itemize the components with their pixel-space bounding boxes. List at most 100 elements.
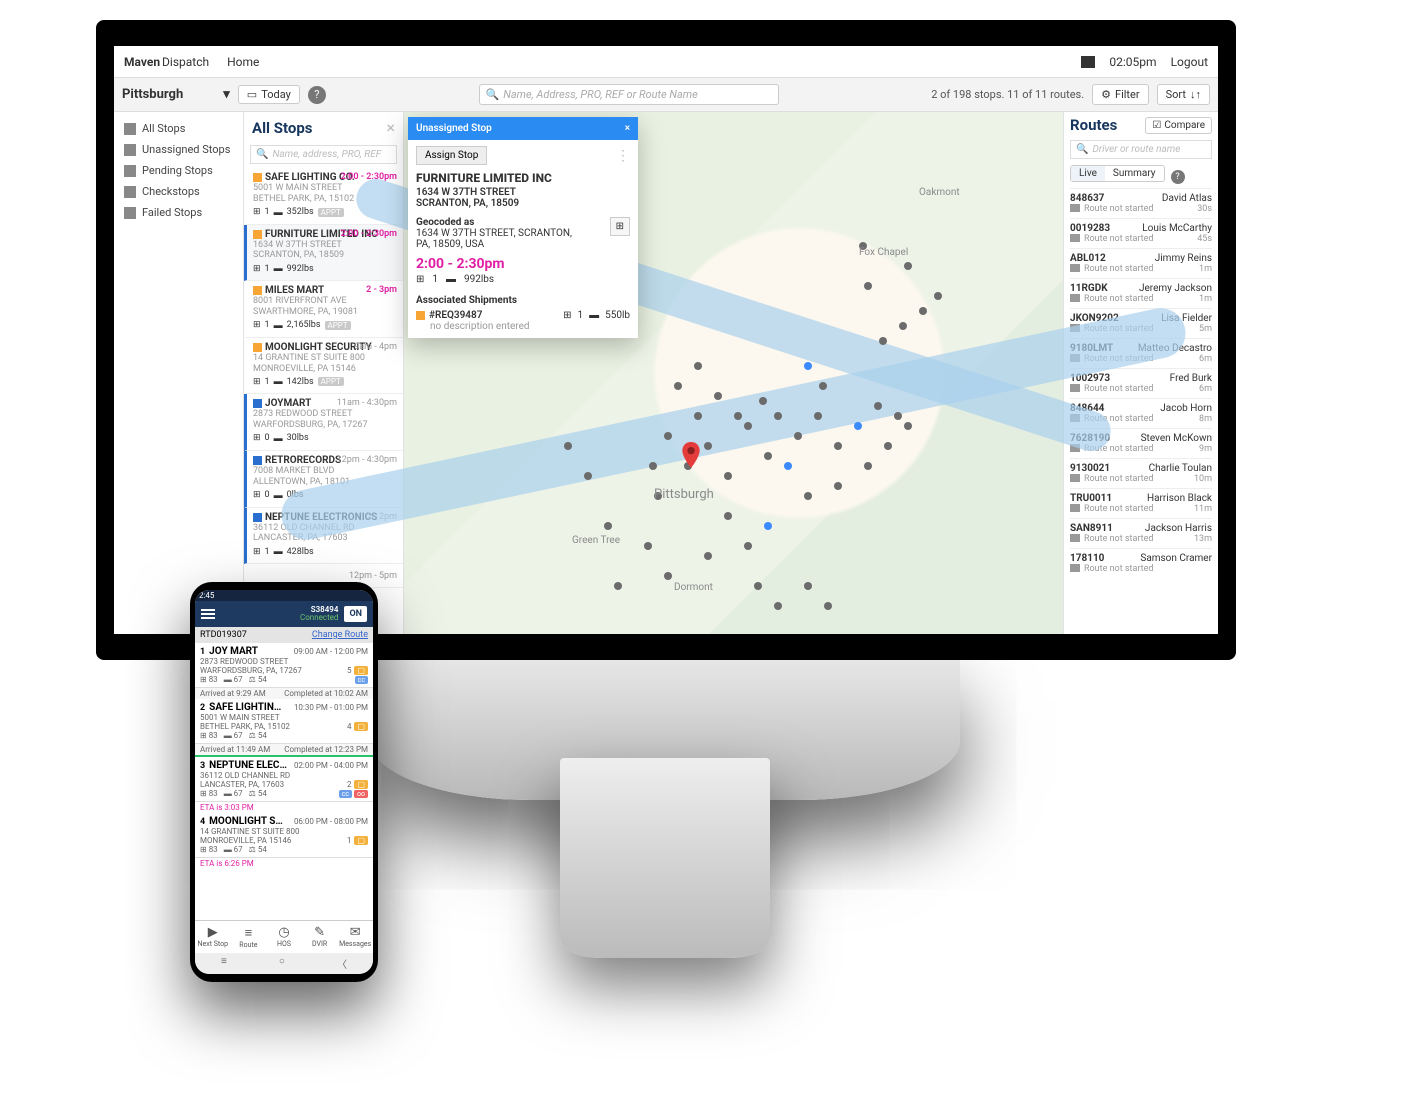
map-stop-dot[interactable]: [759, 397, 767, 405]
map-stop-dot[interactable]: [894, 412, 902, 420]
sidebar-item[interactable]: All Stops: [118, 118, 239, 139]
map-stop-dot[interactable]: [804, 582, 812, 590]
map-stop-dot[interactable]: [649, 462, 657, 470]
map-stop-dot[interactable]: [864, 462, 872, 470]
map-stop-dot[interactable]: [694, 362, 702, 370]
nav-home[interactable]: Home: [227, 55, 259, 69]
map-pin[interactable]: [682, 442, 700, 468]
view-toggle[interactable]: Live Summary: [1070, 165, 1165, 182]
phone-tab[interactable]: ▶Next Stop: [195, 921, 231, 953]
map-stop-dot[interactable]: [794, 432, 802, 440]
sort-button[interactable]: Sort ↓↑: [1157, 84, 1210, 105]
route-row[interactable]: 178110Samson CramerRoute not started: [1070, 548, 1212, 578]
nav-back-icon[interactable]: 〈: [337, 956, 347, 971]
phone-stop[interactable]: 3NEPTUNE ELEC…02:00 PM - 04:00 PM36112 O…: [195, 757, 373, 802]
route-row[interactable]: ABL012Jimmy ReinsRoute not started1m: [1070, 248, 1212, 278]
city-select[interactable]: Pittsburgh ▾: [122, 87, 230, 102]
phone-stop[interactable]: 1JOY MART09:00 AM - 12:00 PM2873 REDWOOD…: [195, 643, 373, 688]
nav-home-icon[interactable]: ○: [279, 956, 285, 971]
today-button[interactable]: ▭ Today: [238, 85, 300, 104]
stop-card[interactable]: 2 - 3pmMILES MART8001 RIVERFRONT AVESWAR…: [244, 281, 403, 338]
close-icon[interactable]: ×: [625, 123, 630, 134]
map-stop-dot[interactable]: [644, 542, 652, 550]
map-stop-dot[interactable]: [704, 552, 712, 560]
map-stop-dot[interactable]: [664, 432, 672, 440]
map[interactable]: Unassigned Stop × Assign Stop ⋮ FURNITUR…: [404, 112, 1063, 634]
phone-tab[interactable]: ✉Messages: [337, 921, 373, 953]
route-row[interactable]: 848637David AtlasRoute not started30s: [1070, 188, 1212, 218]
phone-stop[interactable]: 2SAFE LIGHTING …10:30 PM - 01:00 PM5001 …: [195, 699, 373, 744]
compare-button[interactable]: ☑ Compare: [1145, 117, 1212, 134]
map-stop-dot[interactable]: [604, 522, 612, 530]
sidebar-item[interactable]: Checkstops: [118, 181, 239, 202]
map-stop-dot[interactable]: [804, 492, 812, 500]
map-stop-dot[interactable]: [804, 362, 812, 370]
menu-icon[interactable]: [201, 607, 215, 621]
phone-tab[interactable]: ◷HOS: [266, 921, 302, 953]
map-stop-dot[interactable]: [864, 282, 872, 290]
map-stop-dot[interactable]: [934, 292, 942, 300]
map-stop-dot[interactable]: [899, 322, 907, 330]
map-stop-dot[interactable]: [919, 307, 927, 315]
map-stop-dot[interactable]: [694, 412, 702, 420]
map-stop-dot[interactable]: [874, 402, 882, 410]
map-stop-dot[interactable]: [854, 422, 862, 430]
logout-link[interactable]: Logout: [1171, 55, 1208, 69]
sidebar-item[interactable]: Failed Stops: [118, 202, 239, 223]
map-stop-dot[interactable]: [764, 522, 772, 530]
map-stop-dot[interactable]: [904, 262, 912, 270]
on-toggle[interactable]: ON: [344, 606, 367, 622]
stops-search[interactable]: 🔍 Name, address, PRO, REF: [250, 145, 397, 164]
map-stop-dot[interactable]: [879, 337, 887, 345]
filter-button[interactable]: ⚙ Filter: [1092, 84, 1148, 105]
close-icon[interactable]: ×: [386, 118, 395, 137]
route-row[interactable]: 11RGDKJeremy JacksonRoute not started1m: [1070, 278, 1212, 308]
map-stop-dot[interactable]: [784, 462, 792, 470]
map-stop-dot[interactable]: [584, 472, 592, 480]
help-icon[interactable]: ?: [1171, 170, 1185, 184]
stop-card[interactable]: 9am - 4pmMOONLIGHT SECURITY14 GRANTINE S…: [244, 338, 403, 395]
sidebar-item[interactable]: Pending Stops: [118, 160, 239, 181]
map-stop-dot[interactable]: [819, 382, 827, 390]
map-stop-dot[interactable]: [904, 422, 912, 430]
route-row[interactable]: 0019283Louis McCarthyRoute not started45…: [1070, 218, 1212, 248]
map-stop-dot[interactable]: [744, 542, 752, 550]
map-stop-dot[interactable]: [714, 392, 722, 400]
sidebar-item[interactable]: Unassigned Stops: [118, 139, 239, 160]
assign-stop-button[interactable]: Assign Stop: [416, 146, 487, 165]
map-stop-dot[interactable]: [744, 422, 752, 430]
map-stop-dot[interactable]: [824, 602, 832, 610]
route-row[interactable]: TRU0011Harrison BlackRoute not started11…: [1070, 488, 1212, 518]
map-stop-dot[interactable]: [724, 512, 732, 520]
route-row[interactable]: 9130021Charlie ToulanRoute not started10…: [1070, 458, 1212, 488]
stop-card[interactable]: 11am - 4:30pmJOYMART2873 REDWOOD STREETW…: [244, 394, 403, 451]
nav-recent-icon[interactable]: ≡: [221, 956, 227, 971]
map-stop-dot[interactable]: [834, 442, 842, 450]
map-stop-dot[interactable]: [834, 482, 842, 490]
map-stop-dot[interactable]: [724, 472, 732, 480]
map-stop-dot[interactable]: [674, 382, 682, 390]
routes-search[interactable]: 🔍 Driver or route name: [1070, 140, 1212, 159]
phone-stop[interactable]: 4MOONLIGHT SEC…06:00 PM - 08:00 PM14 GRA…: [195, 813, 373, 858]
map-stop-dot[interactable]: [564, 442, 572, 450]
map-stop-dot[interactable]: [814, 412, 822, 420]
map-stop-dot[interactable]: [704, 442, 712, 450]
seg-summary[interactable]: Summary: [1105, 166, 1164, 181]
map-stop-dot[interactable]: [884, 442, 892, 450]
phone-tab[interactable]: ≡Route: [231, 921, 267, 953]
map-stop-dot[interactable]: [774, 412, 782, 420]
stop-card[interactable]: 2:00 - 2:30pmFURNITURE LIMITED INC1634 W…: [244, 225, 403, 282]
map-stop-dot[interactable]: [754, 582, 762, 590]
geocode-button[interactable]: ⊞: [610, 217, 630, 236]
seg-live[interactable]: Live: [1071, 166, 1105, 181]
ship-ref[interactable]: #REQ39487: [429, 310, 482, 321]
map-stop-dot[interactable]: [734, 412, 742, 420]
map-stop-dot[interactable]: [614, 582, 622, 590]
phone-tab[interactable]: ✎DVIR: [302, 921, 338, 953]
more-icon[interactable]: ⋮: [616, 148, 630, 164]
map-stop-dot[interactable]: [774, 602, 782, 610]
change-route-link[interactable]: Change Route: [312, 630, 368, 640]
global-search[interactable]: 🔍 Name, Address, PRO, REF or Route Name: [479, 84, 779, 105]
route-row[interactable]: SAN8911Jackson HarrisRoute not started13…: [1070, 518, 1212, 548]
map-stop-dot[interactable]: [764, 452, 772, 460]
